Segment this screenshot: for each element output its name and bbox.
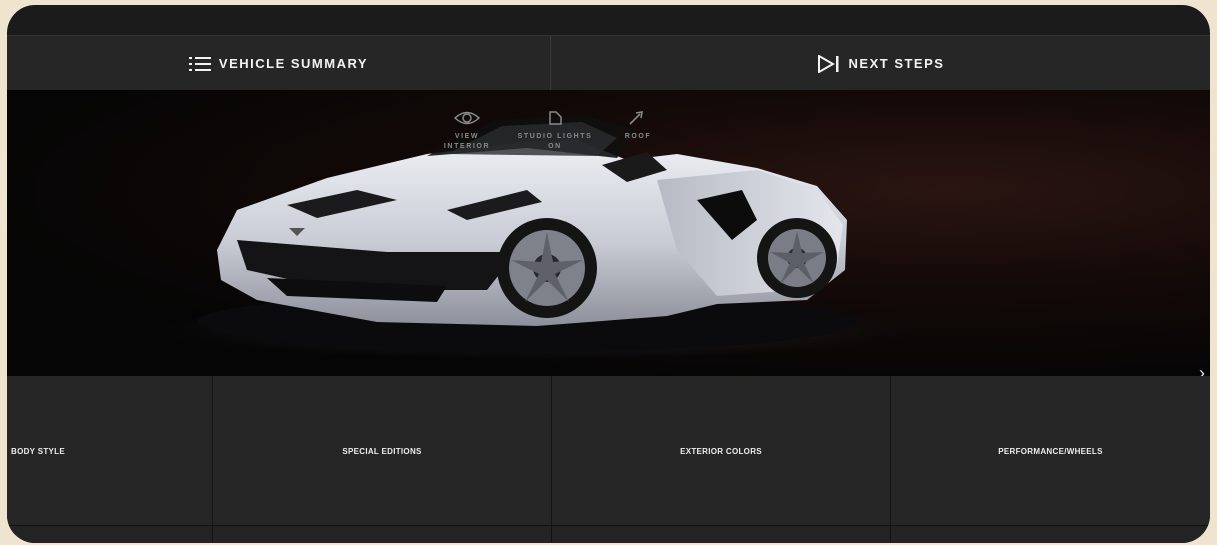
category-divider [212, 376, 213, 526]
category-bar: BODY STYLE SPECIAL EDITIONS EXTERIOR COL… [7, 376, 1210, 526]
row-divider [551, 526, 552, 543]
row-divider [212, 526, 213, 543]
eye-icon [454, 111, 480, 125]
category-label: SPECIAL EDITIONS [342, 446, 422, 456]
category-body-style[interactable]: BODY STYLE [7, 376, 213, 526]
vehicle-summary-button[interactable]: VEHICLE SUMMARY [7, 36, 550, 91]
category-special-editions[interactable]: SPECIAL EDITIONS [213, 376, 552, 526]
top-nav-bar: VEHICLE SUMMARY NEXT STEPS [7, 35, 1210, 91]
category-exterior-colors[interactable]: EXTERIOR COLORS [552, 376, 891, 526]
vehicle-summary-label: VEHICLE SUMMARY [218, 56, 369, 71]
studio-lights-button[interactable]: STUDIO LIGHTS ON [515, 110, 595, 152]
studio-lights-label: STUDIO LIGHTS ON [517, 133, 593, 150]
roof-button[interactable]: ROOF [613, 110, 663, 142]
category-label: EXTERIOR COLORS [680, 446, 762, 456]
viewer-controls: VIEW INTERIOR STUDIO LIGHTS ON ROOF [437, 110, 677, 170]
view-interior-label: VIEW INTERIOR [443, 133, 491, 150]
list-icon [188, 56, 211, 71]
category-row-bottom [7, 525, 1210, 543]
row-divider [890, 526, 891, 543]
play-next-icon [817, 54, 839, 73]
view-interior-button[interactable]: VIEW INTERIOR [437, 110, 497, 152]
next-steps-label: NEXT STEPS [848, 56, 945, 71]
category-label: PERFORMANCE/WHEELS [998, 446, 1103, 456]
category-label: BODY STYLE [11, 446, 65, 456]
vehicle-viewer[interactable]: VIEW INTERIOR STUDIO LIGHTS ON ROOF [7, 90, 1210, 376]
configurator-frame: VEHICLE SUMMARY NEXT STEPS VIEW INTERIOR… [7, 5, 1210, 543]
roof-label: ROOF [624, 133, 652, 140]
studio-lights-icon [549, 111, 562, 125]
next-steps-button[interactable]: NEXT STEPS [551, 36, 1210, 91]
category-performance-wheels[interactable]: PERFORMANCE/WHEELS [891, 376, 1210, 526]
roof-icon [629, 111, 643, 125]
